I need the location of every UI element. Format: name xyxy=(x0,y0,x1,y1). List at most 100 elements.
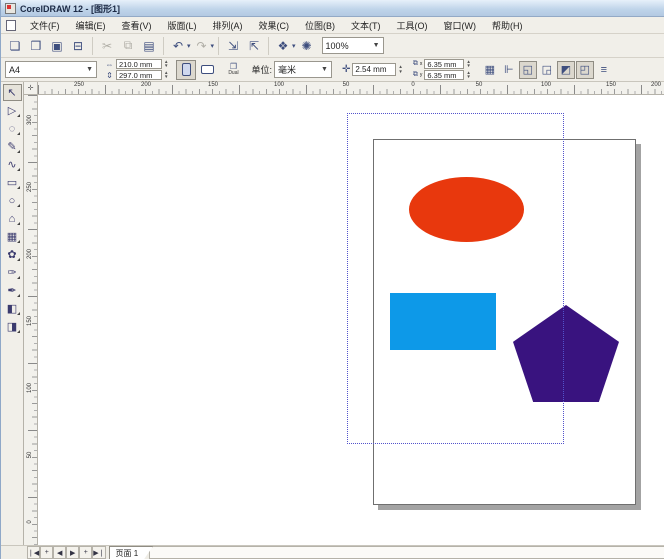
units-value: 毫米 xyxy=(277,65,296,75)
toolbar-separator xyxy=(268,36,270,55)
smart-drawing-tool-button[interactable]: ∿ xyxy=(3,156,22,173)
application-launcher-dropdown-icon[interactable]: ▾ xyxy=(292,42,296,50)
duplicate-x-stepper[interactable]: ▲ ▼ xyxy=(466,59,470,69)
fill-tool-button[interactable]: ◧ xyxy=(3,300,22,317)
menu-item-bitmaps[interactable]: 位图(B) xyxy=(297,17,343,34)
duplicate-x-field[interactable]: 6.35 mm xyxy=(424,59,465,69)
undo-dropdown-icon[interactable]: ▾ xyxy=(187,42,191,50)
page-bar: ❘◀ + ◀ ▶ + ▶❘ 页面 1 xyxy=(1,545,664,559)
treat-as-filled-button[interactable]: ◩ xyxy=(556,60,575,79)
freehand-tool-button[interactable]: ✎ xyxy=(3,138,22,155)
menu-item-arrange[interactable]: 排列(A) xyxy=(205,17,251,34)
snap-to-dynamic-guides-button[interactable]: ◲ xyxy=(538,61,556,79)
rectangle-tool-button[interactable]: ▭ xyxy=(3,174,22,191)
landscape-button[interactable] xyxy=(197,60,217,80)
pick-tool-button[interactable]: ↖ xyxy=(2,84,22,101)
menu-item-help[interactable]: 帮助(H) xyxy=(484,17,531,34)
ruler-origin[interactable]: ✛ xyxy=(24,82,38,95)
menu-item-file[interactable]: 文件(F) xyxy=(22,17,68,34)
landscape-icon xyxy=(200,65,214,74)
set-default-page-button[interactable]: ❐ Dual xyxy=(223,60,243,80)
nudge-offset-stepper[interactable]: ▲ ▼ xyxy=(398,64,402,74)
redo-dropdown-icon[interactable]: ▾ xyxy=(211,42,215,50)
vruler-label: 300 xyxy=(27,114,33,125)
polygon-tool-button[interactable]: ⌂ xyxy=(3,210,22,227)
nudge-block: ✛ 2.54 mm ▲ ▼ xyxy=(342,63,403,76)
menu-bar: 文件(F) 编辑(E) 查看(V) 版面(L) 排列(A) 效果(C) 位图(B… xyxy=(1,17,664,34)
outline-tool-button[interactable]: ✒ xyxy=(3,282,22,299)
duplicate-y-field[interactable]: 6.35 mm xyxy=(424,70,465,80)
basic-shapes-tool-button[interactable]: ✿ xyxy=(3,246,22,263)
hruler-label: 50 xyxy=(475,82,483,88)
app-icon xyxy=(5,2,16,14)
copy-icon[interactable]: ⧉ xyxy=(118,36,138,56)
hruler-label: 250 xyxy=(73,82,85,88)
ellipse-tool-button[interactable]: ○ xyxy=(3,192,22,209)
window-title: CorelDRAW 12 - [图形1] xyxy=(20,3,121,14)
vruler-label: 0 xyxy=(27,520,33,524)
duplicate-y-sublabel: y xyxy=(419,72,423,78)
paper-height-stepper[interactable]: ▲ ▼ xyxy=(164,70,168,80)
toolbox: ↖ ▷ ◌ ✎ ∿ ▭ ○ ⌂ ▦ ✿ ✑ ✒ ◧ ◨ xyxy=(1,82,24,545)
paper-height-field[interactable]: 297.0 mm xyxy=(116,70,162,80)
export-icon[interactable]: ⇱ xyxy=(244,36,264,56)
portrait-button[interactable] xyxy=(176,59,197,80)
print-icon[interactable]: ⊟ xyxy=(68,36,88,56)
redo-icon[interactable]: ↷ xyxy=(192,36,212,56)
vruler-label: 100 xyxy=(27,382,33,393)
paste-icon[interactable]: ▤ xyxy=(139,36,159,56)
menu-item-view[interactable]: 查看(V) xyxy=(114,17,160,34)
last-page-button[interactable]: ▶❘ xyxy=(92,546,106,559)
ruler-origin-icon: ✛ xyxy=(27,85,34,92)
drawing-canvas[interactable] xyxy=(38,95,664,545)
snap-to-guidelines-button[interactable]: ⊩ xyxy=(500,61,518,79)
application-launcher-icon[interactable]: ❖ xyxy=(273,36,293,56)
properties-button[interactable]: ≡ xyxy=(595,61,613,79)
marquee-select-button[interactable]: ◰ xyxy=(575,60,594,79)
chevron-down-icon: ▼ xyxy=(86,66,93,73)
snap-to-grid-button[interactable]: ▦ xyxy=(481,61,499,79)
graph-paper-tool-button[interactable]: ▦ xyxy=(3,228,22,245)
corel-online-icon[interactable]: ✺ xyxy=(297,36,317,56)
add-page-after-button[interactable]: + xyxy=(79,546,93,559)
vertical-ruler[interactable]: 300 250 200 150 100 50 0 xyxy=(24,95,38,545)
next-page-button[interactable]: ▶ xyxy=(66,546,80,559)
vruler-label: 50 xyxy=(27,451,33,459)
duplicate-y-stepper[interactable]: ▲ ▼ xyxy=(466,70,470,80)
shape-tool-button[interactable]: ▷ xyxy=(3,102,22,119)
nudge-offset-field[interactable]: 2.54 mm xyxy=(352,63,397,76)
menu-item-window[interactable]: 窗口(W) xyxy=(436,17,485,34)
menu-item-tools[interactable]: 工具(O) xyxy=(389,17,436,34)
eyedropper-tool-button[interactable]: ✑ xyxy=(3,264,22,281)
snap-to-objects-button[interactable]: ◱ xyxy=(518,60,537,79)
menu-item-edit[interactable]: 编辑(E) xyxy=(68,17,114,34)
prev-page-button[interactable]: ◀ xyxy=(53,546,67,559)
menu-item-effects[interactable]: 效果(C) xyxy=(251,17,298,34)
units-label: 单位: xyxy=(251,65,272,75)
menu-item-layout[interactable]: 版面(L) xyxy=(160,17,205,34)
paper-type-value: A4 xyxy=(9,64,21,75)
first-page-button[interactable]: ❘◀ xyxy=(27,546,41,559)
page-tab[interactable]: 页面 1 xyxy=(109,546,154,559)
orientation-group xyxy=(176,59,217,80)
zoom-level-combo[interactable]: 100% ▼ xyxy=(321,37,384,54)
paper-width-field[interactable]: 210.0 mm xyxy=(116,59,162,69)
document-window-icon xyxy=(6,19,16,31)
zoom-tool-button[interactable]: ◌ xyxy=(3,120,22,137)
cut-icon[interactable]: ✂ xyxy=(97,36,117,56)
paper-width-stepper[interactable]: ▲ ▼ xyxy=(164,59,168,69)
import-icon[interactable]: ⇲ xyxy=(223,36,243,56)
new-document-icon[interactable]: ❏ xyxy=(5,36,25,56)
vruler-label: 200 xyxy=(27,248,33,259)
open-icon[interactable]: ❒ xyxy=(26,36,46,56)
horizontal-scrollbar[interactable] xyxy=(149,546,664,559)
menu-item-text[interactable]: 文本(T) xyxy=(343,17,389,34)
horizontal-ruler[interactable]: 250 200 150 100 50 0 50 100 150 200 xyxy=(38,82,664,95)
interactive-fill-tool-button[interactable]: ◨ xyxy=(3,318,22,335)
paper-width-icon: ⇔ xyxy=(105,59,114,69)
undo-icon[interactable]: ↶ xyxy=(168,36,188,56)
add-page-before-button[interactable]: + xyxy=(40,546,54,559)
units-combo[interactable]: 毫米 ▼ xyxy=(273,61,332,78)
paper-type-combo[interactable]: A4 ▼ xyxy=(5,61,97,78)
save-icon[interactable]: ▣ xyxy=(47,36,67,56)
